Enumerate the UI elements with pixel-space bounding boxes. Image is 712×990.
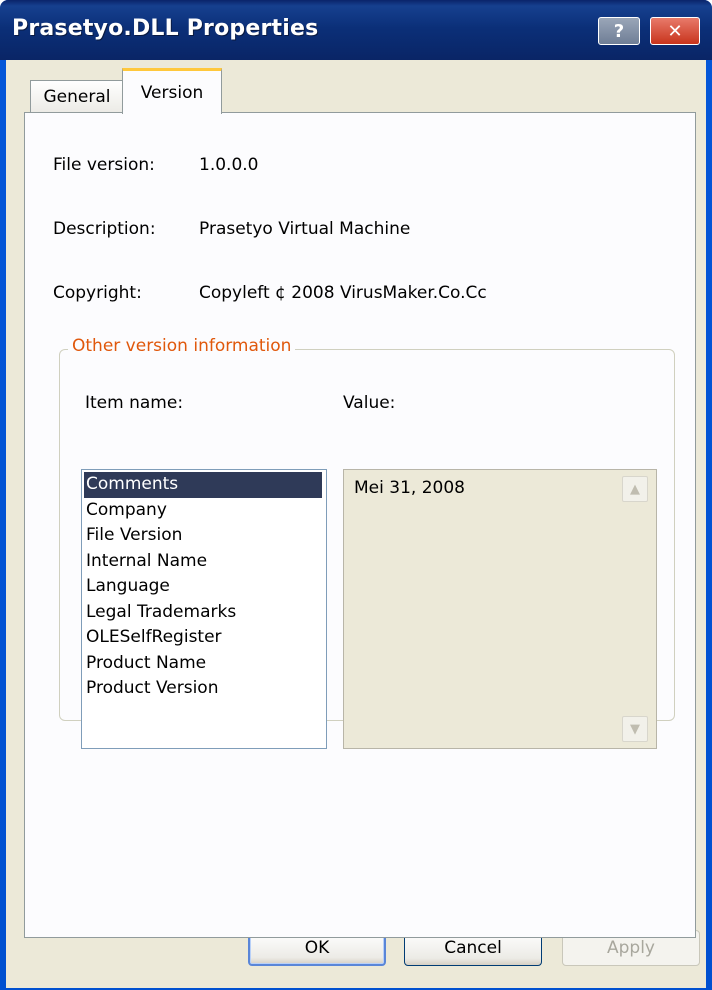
scroll-down-button[interactable]: ▼ xyxy=(622,716,648,742)
value-label: Value: xyxy=(343,393,396,413)
tab-version-label: Version xyxy=(140,82,204,103)
close-button[interactable]: ✕ xyxy=(650,17,700,45)
tab-general[interactable]: General xyxy=(30,80,124,112)
close-icon: ✕ xyxy=(667,20,683,42)
list-item[interactable]: Product Version xyxy=(82,676,326,702)
description-value: Prasetyo Virtual Machine xyxy=(199,219,411,239)
chevron-down-icon: ▼ xyxy=(630,721,640,737)
chevron-up-icon: ▲ xyxy=(630,481,640,497)
list-item[interactable]: Company xyxy=(82,498,326,524)
list-item[interactable]: OLESelfRegister xyxy=(82,625,326,651)
title-bar[interactable]: Prasetyo.DLL Properties ? ✕ xyxy=(0,0,712,60)
version-tab-panel: File version: 1.0.0.0 Description: Prase… xyxy=(24,112,696,938)
help-icon: ? xyxy=(613,20,625,42)
dialog-client-area: General Version File version: 1.0.0.0 De… xyxy=(6,60,706,988)
value-textbox[interactable]: Mei 31, 2008 ▲ ▼ xyxy=(343,469,657,749)
properties-dialog: Prasetyo.DLL Properties ? ✕ General Vers… xyxy=(0,0,712,990)
file-version-value: 1.0.0.0 xyxy=(199,155,259,175)
file-version-label: File version: xyxy=(53,155,155,175)
list-item[interactable]: Internal Name xyxy=(82,549,326,575)
list-item[interactable]: Comments xyxy=(84,472,322,498)
item-name-listbox[interactable]: Comments Company File Version Internal N… xyxy=(81,469,327,749)
group-title: Other version information xyxy=(68,336,296,356)
copyright-value: Copyleft ¢ 2008 VirusMaker.Co.Cc xyxy=(199,283,487,303)
description-label: Description: xyxy=(53,219,156,239)
item-name-label: Item name: xyxy=(85,393,184,413)
list-item[interactable]: Legal Trademarks xyxy=(82,600,326,626)
help-button[interactable]: ? xyxy=(598,17,640,45)
list-item[interactable]: File Version xyxy=(82,523,326,549)
list-item[interactable]: Product Name xyxy=(82,651,326,677)
tab-version[interactable]: Version xyxy=(122,68,222,114)
list-item[interactable]: Language xyxy=(82,574,326,600)
value-text: Mei 31, 2008 xyxy=(354,478,465,498)
tab-general-label: General xyxy=(43,86,111,107)
scroll-up-button[interactable]: ▲ xyxy=(622,476,648,502)
copyright-label: Copyright: xyxy=(53,283,142,303)
window-title: Prasetyo.DLL Properties xyxy=(12,16,319,41)
